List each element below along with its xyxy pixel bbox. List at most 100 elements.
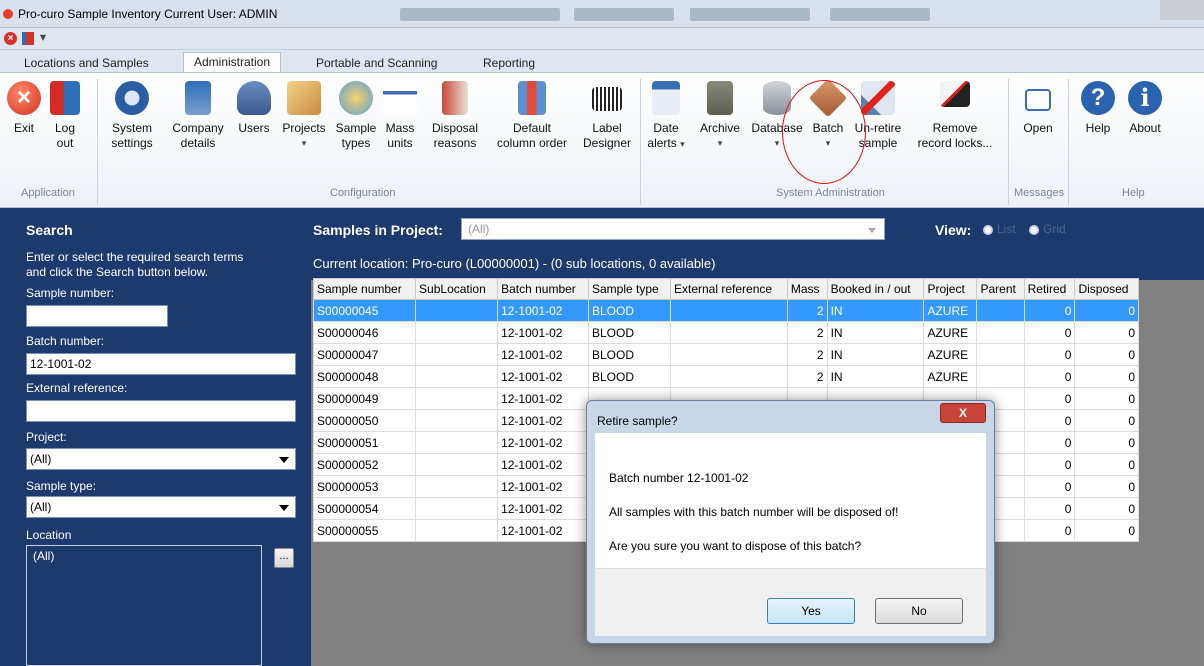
column-header[interactable]: Retired [1023,278,1076,300]
sample-types-button[interactable]: Sample types [334,81,378,151]
table-cell: AZURE [923,299,978,322]
table-row[interactable]: S00000046 12-1001-02 BLOOD 2 IN AZURE 0 0 [312,321,1139,344]
view-grid-radio[interactable] [1029,225,1039,235]
column-header[interactable]: Booked in / out [826,278,925,300]
table-cell [415,321,499,344]
logout-button[interactable]: Log out [44,81,86,151]
table-cell: 0 [1023,519,1076,542]
sample-number-label: Sample number: [26,286,115,300]
location-list[interactable]: (All) [26,545,262,666]
view-list-label[interactable]: List [997,222,1016,236]
no-button[interactable]: No [875,598,963,624]
group-configuration-label: Configuration [330,187,396,199]
table-cell: 0 [1074,299,1139,322]
column-header[interactable]: Sample number [312,278,417,300]
taskbar-item[interactable] [830,8,930,21]
remove-record-locks-button[interactable]: Remove record locks... [910,81,1000,151]
group-application-label: Application [21,187,75,199]
table-cell [415,409,499,432]
system-settings-button[interactable]: System settings [102,81,162,151]
table-cell: S00000055 [312,519,417,542]
sample-type-select[interactable]: (All) [26,496,296,518]
external-reference-field[interactable] [26,400,296,422]
disposal-bin-icon [442,81,468,115]
table-cell: 0 [1074,475,1139,498]
table-cell: 0 [1023,365,1076,388]
table-cell [976,343,1025,366]
view-list-radio[interactable] [983,225,993,235]
table-cell: 0 [1074,409,1139,432]
label-designer-button[interactable]: Label Designer [578,81,636,151]
company-details-button[interactable]: Company details [168,81,228,151]
qat-dropdown-icon[interactable]: ▾ [40,30,46,44]
table-cell: IN [826,343,925,366]
table-cell: AZURE [923,321,978,344]
location-item[interactable]: (All) [33,549,54,563]
projects-button[interactable]: Projects ▾ [278,81,330,151]
table-row[interactable]: S00000045 12-1001-02 BLOOD 2 IN AZURE 0 0 [312,299,1139,322]
table-cell: S00000050 [312,409,417,432]
dialog-close-button[interactable]: X [940,403,986,423]
samples-project-select[interactable]: (All) [461,218,885,240]
table-cell: 2 [786,365,828,388]
building-icon [185,81,211,115]
column-header[interactable]: Project [923,278,978,300]
tab-administration[interactable]: Administration [183,52,282,73]
taskbar-item[interactable] [400,8,560,21]
column-header[interactable]: External reference [670,278,788,300]
mass-units-button[interactable]: Mass units [380,81,420,151]
default-column-order-button[interactable]: Default column order [488,81,576,151]
date-alerts-dropdown: alerts ▾ [647,136,685,150]
table-cell: 2 [786,343,828,366]
ribbon-tabs: Locations and Samples Administration Por… [0,50,1204,73]
tab-reporting[interactable]: Reporting [473,54,545,72]
table-cell [415,453,499,476]
about-button[interactable]: i About [1122,81,1168,136]
column-header[interactable]: SubLocation [415,278,499,300]
project-label: Project: [26,430,67,444]
external-reference-label: External reference: [26,381,128,395]
date-alerts-button[interactable]: Date alerts ▾ [645,81,687,152]
logout-icon[interactable] [22,32,34,45]
messages-open-button[interactable]: Open [1014,81,1062,136]
retire-sample-dialog: Retire sample? X Batch number 12-1001-02… [586,400,995,644]
samples-in-project-label: Samples in Project: [313,222,443,238]
table-cell [415,497,499,520]
batch-number-field[interactable]: 12-1001-02 [26,353,296,375]
exit-button[interactable]: × Exit [6,81,42,136]
group-system-administration-label: System Administration [776,187,885,199]
window-close-button[interactable] [1160,0,1204,20]
location-browse-button[interactable]: ... [274,548,294,568]
column-header[interactable]: Disposed [1074,278,1139,300]
table-cell: 0 [1023,453,1076,476]
table-cell: 0 [1023,321,1076,344]
project-select[interactable]: (All) [26,448,296,470]
table-cell: 0 [1023,387,1076,410]
sample-number-field[interactable] [26,305,168,327]
table-cell: IN [826,365,925,388]
column-header[interactable]: Batch number [497,278,589,300]
taskbar-item[interactable] [690,8,810,21]
yes-button[interactable]: Yes [767,598,855,624]
tab-portable-and-scanning[interactable]: Portable and Scanning [306,54,447,72]
tab-locations-and-samples[interactable]: Locations and Samples [14,54,159,72]
users-button[interactable]: Users [234,81,274,136]
table-row[interactable]: S00000047 12-1001-02 BLOOD 2 IN AZURE 0 0 [312,343,1139,366]
table-cell [415,343,499,366]
columns-icon [518,81,546,115]
exit-icon[interactable]: × [4,32,17,45]
quick-access-toolbar: × ▾ [0,28,1204,50]
logout-door-icon [50,81,80,115]
table-cell: S00000047 [312,343,417,366]
column-header[interactable]: Mass [786,278,828,300]
archive-button[interactable]: Archive ▾ [694,81,746,151]
column-header[interactable]: Sample type [588,278,671,300]
table-row[interactable]: S00000048 12-1001-02 BLOOD 2 IN AZURE 0 0 [312,365,1139,388]
help-button[interactable]: ? Help [1078,81,1118,136]
table-cell: S00000051 [312,431,417,454]
disposal-reasons-button[interactable]: Disposal reasons [424,81,486,151]
view-grid-label[interactable]: Grid [1043,222,1066,236]
column-header[interactable]: Parent [976,278,1025,300]
table-cell [670,321,788,344]
taskbar-item[interactable] [574,8,674,21]
